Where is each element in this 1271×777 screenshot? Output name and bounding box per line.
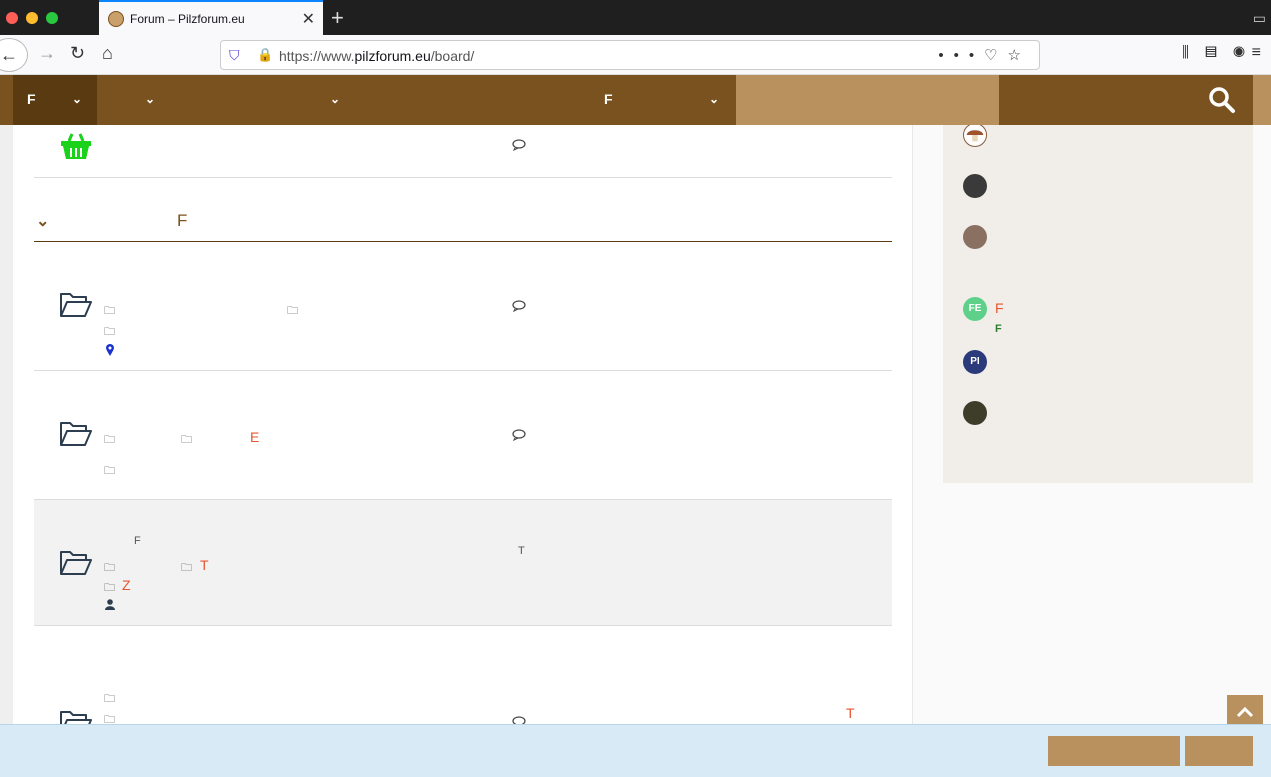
subforum-folder-icon: 🗀 (104, 582, 115, 594)
subforum-folder-icon: 🗀 (287, 305, 298, 317)
screen-share-icon[interactable]: ▭ (1253, 10, 1266, 27)
board-stat-label: T (518, 545, 525, 557)
mushroom-favicon-icon (108, 11, 124, 27)
search-icon[interactable] (1207, 85, 1237, 115)
last-post-link[interactable]: T (846, 705, 855, 721)
page-actions-icons[interactable]: •••♡☆ (938, 46, 1031, 64)
subforum-folder-icon: 🗀 (181, 434, 192, 446)
page-content: ⌄ F 🗀 🗀 🗀 🗀 🗀 E 🗀 F 🗀 🗀 T 🗀 Z T 🗀 🗀 T FE… (0, 125, 1271, 777)
online-users-sidebar: FE F F PI (943, 125, 1253, 483)
user-avatar[interactable] (963, 401, 987, 425)
user-icon (105, 599, 115, 610)
left-margin (0, 125, 13, 777)
comment-icon (512, 139, 526, 151)
site-header: F ⌄ ⌄ ⌄ F ⌄ (0, 75, 1271, 125)
menu-icon[interactable]: ≡ (1252, 44, 1261, 62)
board-row[interactable]: F 🗀 🗀 T 🗀 Z T (34, 500, 892, 626)
toolbar-icons[interactable]: ⫼▤◉ (1182, 44, 1261, 61)
user-rank: F (995, 323, 1002, 335)
url-bar[interactable]: ⛉ 🔒 https://www.pilzforum.eu/board/ •••♡… (220, 40, 1040, 70)
new-tab-icon[interactable]: + (331, 5, 344, 31)
user-avatar[interactable] (963, 125, 987, 147)
chevron-down-icon[interactable]: ⌄ (709, 92, 719, 106)
category-title[interactable]: F (177, 211, 187, 231)
maximize-window-button[interactable] (46, 12, 58, 24)
chevron-down-icon[interactable]: ⌄ (72, 92, 82, 106)
user-avatar[interactable] (963, 174, 987, 198)
board-list: ⌄ F 🗀 🗀 🗀 🗀 🗀 E 🗀 F 🗀 🗀 T 🗀 Z T 🗀 🗀 T (13, 125, 913, 777)
comment-icon (512, 429, 526, 441)
header-end (1253, 75, 1271, 125)
subforum-folder-icon: 🗀 (181, 562, 192, 574)
home-icon[interactable]: ⌂ (102, 43, 113, 64)
category-header[interactable]: ⌄ F (34, 205, 892, 242)
menu-item-4-label[interactable]: F (604, 91, 613, 107)
main-menu-item-1[interactable] (13, 75, 97, 125)
mushroom-icon (966, 130, 984, 142)
board-label: F (134, 535, 141, 547)
user-avatar[interactable] (963, 225, 987, 249)
basket-icon (61, 133, 91, 159)
user-name[interactable]: F (995, 300, 1004, 316)
back-arrow-icon[interactable]: ← (0, 38, 28, 72)
cookie-notice (0, 724, 1271, 777)
cookie-settings-button[interactable] (1048, 736, 1180, 766)
forward-arrow-icon[interactable]: → (38, 43, 56, 64)
user-avatar[interactable]: FE (963, 297, 987, 321)
board-row[interactable]: 🗀 🗀 E 🗀 (34, 371, 892, 500)
tracking-shield-icon[interactable]: ⛉ (229, 47, 240, 64)
tab-close-icon[interactable]: ✕ (302, 9, 315, 29)
subforum-folder-icon: 🗀 (104, 693, 115, 705)
chevron-down-icon[interactable]: ⌄ (36, 211, 49, 231)
subforum-folder-icon: 🗀 (104, 562, 115, 574)
user-avatar[interactable]: PI (963, 350, 987, 374)
search-input[interactable] (736, 75, 999, 125)
browser-tabbar: Forum – Pilzforum.eu ✕ + ▭ (0, 0, 1271, 35)
chevron-down-icon[interactable]: ⌄ (330, 92, 340, 106)
browser-tab-active[interactable]: Forum – Pilzforum.eu ✕ (99, 0, 323, 35)
comment-icon (512, 300, 526, 312)
map-marker-icon (106, 344, 114, 356)
lock-icon[interactable]: 🔒 (257, 47, 273, 63)
board-row-shop[interactable] (34, 125, 892, 178)
tab-title: Forum – Pilzforum.eu (130, 12, 245, 26)
subforum-link[interactable]: E (250, 429, 259, 445)
subforum-folder-icon: 🗀 (104, 305, 115, 317)
folder-open-icon (60, 293, 92, 317)
url-text[interactable]: https://www.pilzforum.eu/board/ (279, 48, 474, 64)
folder-open-icon (60, 422, 92, 446)
menu-item-1-label[interactable]: F (27, 91, 36, 107)
chevron-down-icon[interactable]: ⌄ (145, 92, 155, 106)
folder-open-icon (60, 551, 92, 575)
subforum-folder-icon: 🗀 (104, 465, 115, 477)
cookie-accept-button[interactable] (1185, 736, 1253, 766)
subforum-folder-icon: 🗀 (104, 714, 115, 726)
minimize-window-button[interactable] (26, 12, 38, 24)
board-row[interactable]: 🗀 🗀 🗀 (34, 242, 892, 371)
reload-icon[interactable]: ↻ (70, 43, 85, 64)
close-window-button[interactable] (6, 12, 18, 24)
subforum-link[interactable]: Z (122, 577, 131, 593)
browser-navbar: ← → ↻ ⌂ ⛉ 🔒 https://www.pilzforum.eu/boa… (0, 35, 1271, 75)
subforum-link[interactable]: T (200, 557, 209, 573)
subforum-folder-icon: 🗀 (104, 434, 115, 446)
subforum-folder-icon: 🗀 (104, 326, 115, 338)
